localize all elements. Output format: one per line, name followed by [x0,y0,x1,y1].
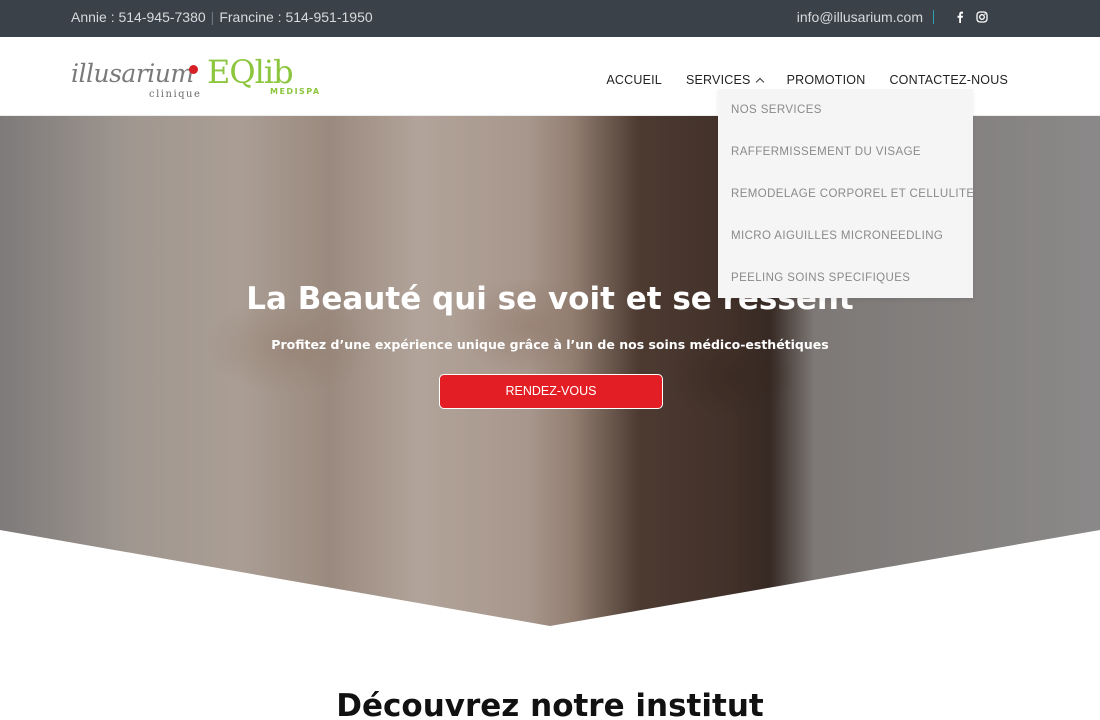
phone-separator: | [210,9,215,25]
phone-annie[interactable]: Annie : 514-945-7380 [71,9,206,25]
rendez-vous-button[interactable]: RENDEZ-VOUS [439,374,663,409]
logo-clinique-text: clinique [149,89,202,100]
email-link[interactable]: info@illusarium.com [797,9,923,25]
site-logo[interactable]: illusarium clinique EQlib MEDISPA [71,53,319,103]
logo-eqlib-text: EQlib [207,53,294,91]
dropdown-item-microneedling[interactable]: MICRO AIGUILLES MICRONEEDLING [731,230,943,242]
hero-subtitle: Profitez d’une expérience unique grâce à… [271,337,829,352]
dropdown-item-remodelage[interactable]: REMODELAGE CORPOREL ET CELLULITE [731,188,975,200]
section-title: Découvrez notre institut [336,688,764,720]
facebook-icon[interactable] [954,10,968,24]
main-nav: ACCUEIL SERVICES PROMOTION CONTACTEZ-NOU… [582,73,1008,87]
nav-services-label: SERVICES [685,73,751,87]
top-bar: Annie : 514-945-7380 | Francine : 514-951-… [0,0,1100,37]
hero-bottom-shape [0,530,1100,630]
topbar-divider [933,10,934,24]
nav-promotion[interactable]: PROMOTION [787,73,866,87]
dropdown-item-raffermissement[interactable]: RAFFERMISSEMENT DU VISAGE [731,146,921,158]
dropdown-item-nos-services[interactable]: NOS SERVICES [731,104,822,116]
logo-illusarium-text: illusarium [71,59,194,88]
phone-francine[interactable]: Francine : 514-951-1950 [219,9,372,25]
phone-numbers: Annie : 514-945-7380 | Francine : 514-951-… [71,9,373,25]
logo-medispa-text: MEDISPA [270,87,321,96]
nav-accueil[interactable]: ACCUEIL [606,73,662,87]
instagram-icon[interactable] [976,10,990,24]
logo-heart-icon [189,65,198,74]
chevron-up-icon [755,77,764,87]
nav-contactez-nous[interactable]: CONTACTEZ-NOUS [889,73,1008,87]
dropdown-item-peeling[interactable]: PEELING SOINS SPECIFIQUES [731,272,910,284]
services-dropdown: NOS SERVICES RAFFERMISSEMENT DU VISAGE R… [718,89,975,298]
contact-links: info@illusarium.com [797,9,990,25]
nav-services[interactable]: SERVICES [685,73,764,87]
